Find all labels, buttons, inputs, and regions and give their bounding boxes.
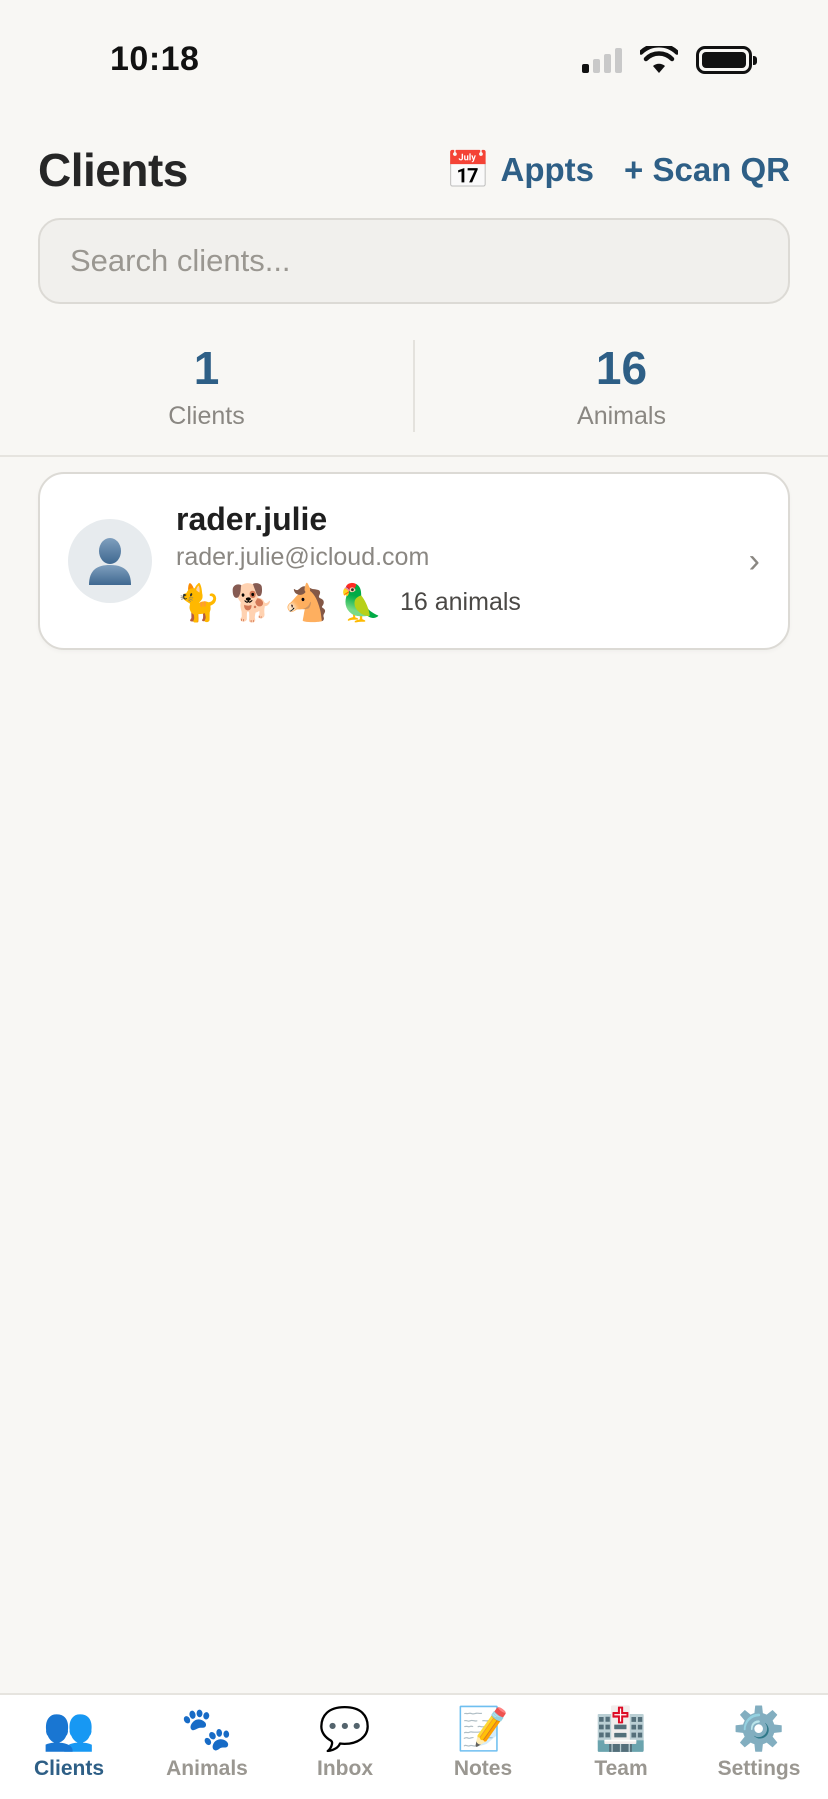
calendar-icon: 📅 bbox=[445, 149, 491, 190]
clients-screen: 10:18 Clients 📅 Appts + Scan QR Search c… bbox=[0, 0, 828, 1799]
header-actions: 📅 Appts + Scan QR bbox=[446, 149, 790, 191]
cellular-signal-icon bbox=[582, 47, 622, 73]
section-divider bbox=[0, 455, 828, 457]
avatar bbox=[68, 519, 152, 603]
chevron-right-icon: › bbox=[748, 541, 760, 580]
tab-label: Animals bbox=[166, 1757, 248, 1780]
tab-clients[interactable]: 👥 Clients bbox=[0, 1705, 138, 1799]
stat-animals-label: Animals bbox=[577, 402, 666, 430]
wifi-icon bbox=[640, 46, 678, 73]
stat-clients-value: 1 bbox=[193, 342, 220, 394]
page-title: Clients bbox=[38, 144, 188, 196]
tab-label: Settings bbox=[717, 1757, 801, 1780]
search-bar bbox=[38, 218, 790, 304]
client-email: rader.julie@icloud.com bbox=[176, 542, 430, 571]
tab-label: Team bbox=[594, 1757, 648, 1780]
tab-label: Notes bbox=[453, 1757, 513, 1780]
speech-bubble-icon: 💬 bbox=[318, 1705, 372, 1752]
gear-icon: ⚙️ bbox=[732, 1705, 786, 1752]
header: Clients 📅 Appts + Scan QR bbox=[38, 140, 790, 200]
memo-icon: 📝 bbox=[456, 1705, 510, 1752]
horse-icon: 🐴 bbox=[284, 581, 329, 623]
stat-clients: 1 Clients bbox=[0, 340, 413, 436]
parrot-icon: 🦜 bbox=[338, 581, 383, 623]
client-info: rader.julie rader.julie@icloud.com 🐈 🐕 🐴… bbox=[176, 499, 749, 624]
client-card[interactable]: rader.julie rader.julie@icloud.com 🐈 🐕 🐴… bbox=[38, 472, 790, 650]
battery-icon bbox=[696, 46, 757, 74]
cat-icon: 🐈 bbox=[176, 581, 221, 623]
tab-team[interactable]: 🏥 Team bbox=[552, 1705, 690, 1799]
tab-label: Inbox bbox=[317, 1757, 373, 1780]
status-time: 10:18 bbox=[110, 40, 200, 78]
search-input[interactable] bbox=[70, 243, 758, 279]
client-animals: 🐈 🐕 🐴 🦜 16 animals bbox=[176, 582, 749, 624]
tab-bar: 👥 Clients 🐾 Animals 💬 Inbox 📝 Notes 🏥 Te… bbox=[0, 1693, 828, 1799]
stat-animals-value: 16 bbox=[595, 342, 648, 394]
person-icon bbox=[89, 538, 131, 585]
hospital-icon: 🏥 bbox=[594, 1705, 648, 1752]
appointments-label: Appts bbox=[500, 151, 595, 188]
stats-summary: 1 Clients 16 Animals bbox=[0, 340, 828, 436]
status-icons bbox=[582, 46, 757, 74]
tab-label: Clients bbox=[33, 1757, 104, 1780]
tab-settings[interactable]: ⚙️ Settings bbox=[690, 1705, 828, 1799]
stat-animals: 16 Animals bbox=[415, 340, 828, 436]
tab-animals[interactable]: 🐾 Animals bbox=[138, 1705, 276, 1799]
tab-inbox[interactable]: 💬 Inbox bbox=[276, 1705, 414, 1799]
paw-icon: 🐾 bbox=[180, 1705, 234, 1752]
stat-clients-label: Clients bbox=[168, 402, 245, 430]
clients-icon: 👥 bbox=[42, 1705, 96, 1752]
tab-notes[interactable]: 📝 Notes bbox=[414, 1705, 552, 1799]
status-bar: 10:18 bbox=[0, 0, 828, 120]
dog-icon: 🐕 bbox=[230, 581, 275, 623]
scan-qr-button[interactable]: + Scan QR bbox=[624, 151, 790, 189]
appointments-button[interactable]: 📅 Appts bbox=[446, 149, 594, 191]
animal-count: 16 animals bbox=[400, 588, 521, 616]
client-name: rader.julie bbox=[176, 500, 328, 537]
